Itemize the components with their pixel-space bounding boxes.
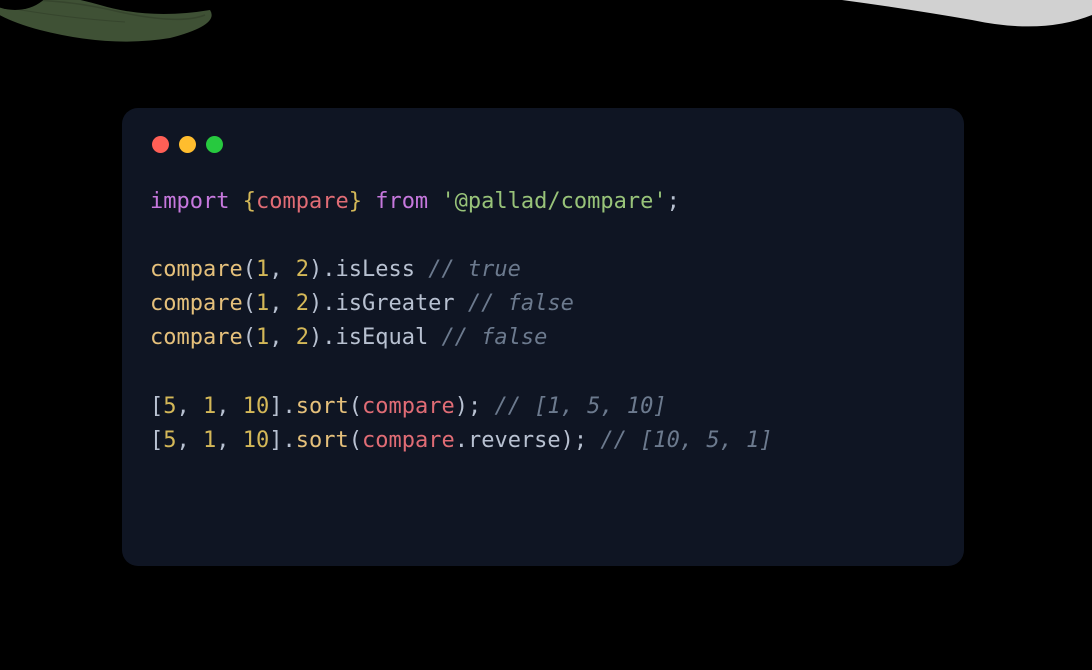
token-punct: ); — [455, 394, 495, 419]
token-punct: , — [177, 428, 204, 453]
token-punct: , — [177, 394, 204, 419]
token-call: compare — [150, 291, 243, 316]
token-number: 1 — [256, 325, 269, 350]
code-window: import {compare} from '@pallad/compare';… — [122, 108, 964, 566]
token-punct: ). — [309, 325, 336, 350]
token-call: compare — [150, 325, 243, 350]
token-punct: ( — [349, 428, 362, 453]
token-punct: ); — [561, 428, 601, 453]
token-punct: ( — [243, 291, 256, 316]
token-punct: ). — [309, 257, 336, 282]
token-number: 2 — [296, 257, 309, 282]
curve-decoration — [842, 0, 1092, 70]
token-punct: ]. — [269, 428, 296, 453]
token-punct: ). — [309, 291, 336, 316]
token-punct: ( — [349, 394, 362, 419]
token-brace: { — [229, 189, 256, 214]
token-call: sort — [296, 394, 349, 419]
minimize-button[interactable] — [179, 136, 196, 153]
token-number: 2 — [296, 325, 309, 350]
token-identifier: compare — [362, 394, 455, 419]
token-bracket: [ — [150, 394, 163, 419]
token-punct: ]. — [269, 394, 296, 419]
token-comment: // [1, 5, 10] — [494, 394, 666, 419]
token-identifier: compare — [362, 428, 455, 453]
token-property: isEqual — [335, 325, 441, 350]
token-number: 1 — [256, 257, 269, 282]
token-punct: . — [455, 428, 468, 453]
token-comment: // true — [428, 257, 521, 282]
token-keyword: import — [150, 189, 229, 214]
token-keyword: from — [362, 189, 441, 214]
maximize-button[interactable] — [206, 136, 223, 153]
token-call: sort — [296, 428, 349, 453]
code-content: import {compare} from '@pallad/compare';… — [150, 185, 936, 458]
window-controls — [152, 136, 936, 153]
token-comment: // false — [441, 325, 547, 350]
token-bracket: [ — [150, 428, 163, 453]
token-punct: , — [269, 325, 296, 350]
token-punct: , — [216, 428, 243, 453]
token-punct: , — [269, 257, 296, 282]
token-call: compare — [150, 257, 243, 282]
token-punct: ; — [667, 189, 680, 214]
token-number: 10 — [243, 394, 270, 419]
token-property: reverse — [468, 428, 561, 453]
token-punct: , — [269, 291, 296, 316]
token-comment: // [10, 5, 1] — [600, 428, 772, 453]
token-string: '@pallad/compare' — [441, 189, 666, 214]
token-punct: , — [216, 394, 243, 419]
leaf-decoration — [0, 0, 250, 60]
token-number: 1 — [203, 428, 216, 453]
token-number: 5 — [163, 428, 176, 453]
token-property: isLess — [335, 257, 428, 282]
token-number: 1 — [203, 394, 216, 419]
token-number: 1 — [256, 291, 269, 316]
token-property: isGreater — [335, 291, 467, 316]
token-comment: // false — [468, 291, 574, 316]
token-brace: } — [349, 189, 362, 214]
close-button[interactable] — [152, 136, 169, 153]
token-punct: ( — [243, 325, 256, 350]
token-number: 2 — [296, 291, 309, 316]
token-identifier: compare — [256, 189, 349, 214]
token-number: 5 — [163, 394, 176, 419]
token-punct: ( — [243, 257, 256, 282]
token-number: 10 — [243, 428, 270, 453]
